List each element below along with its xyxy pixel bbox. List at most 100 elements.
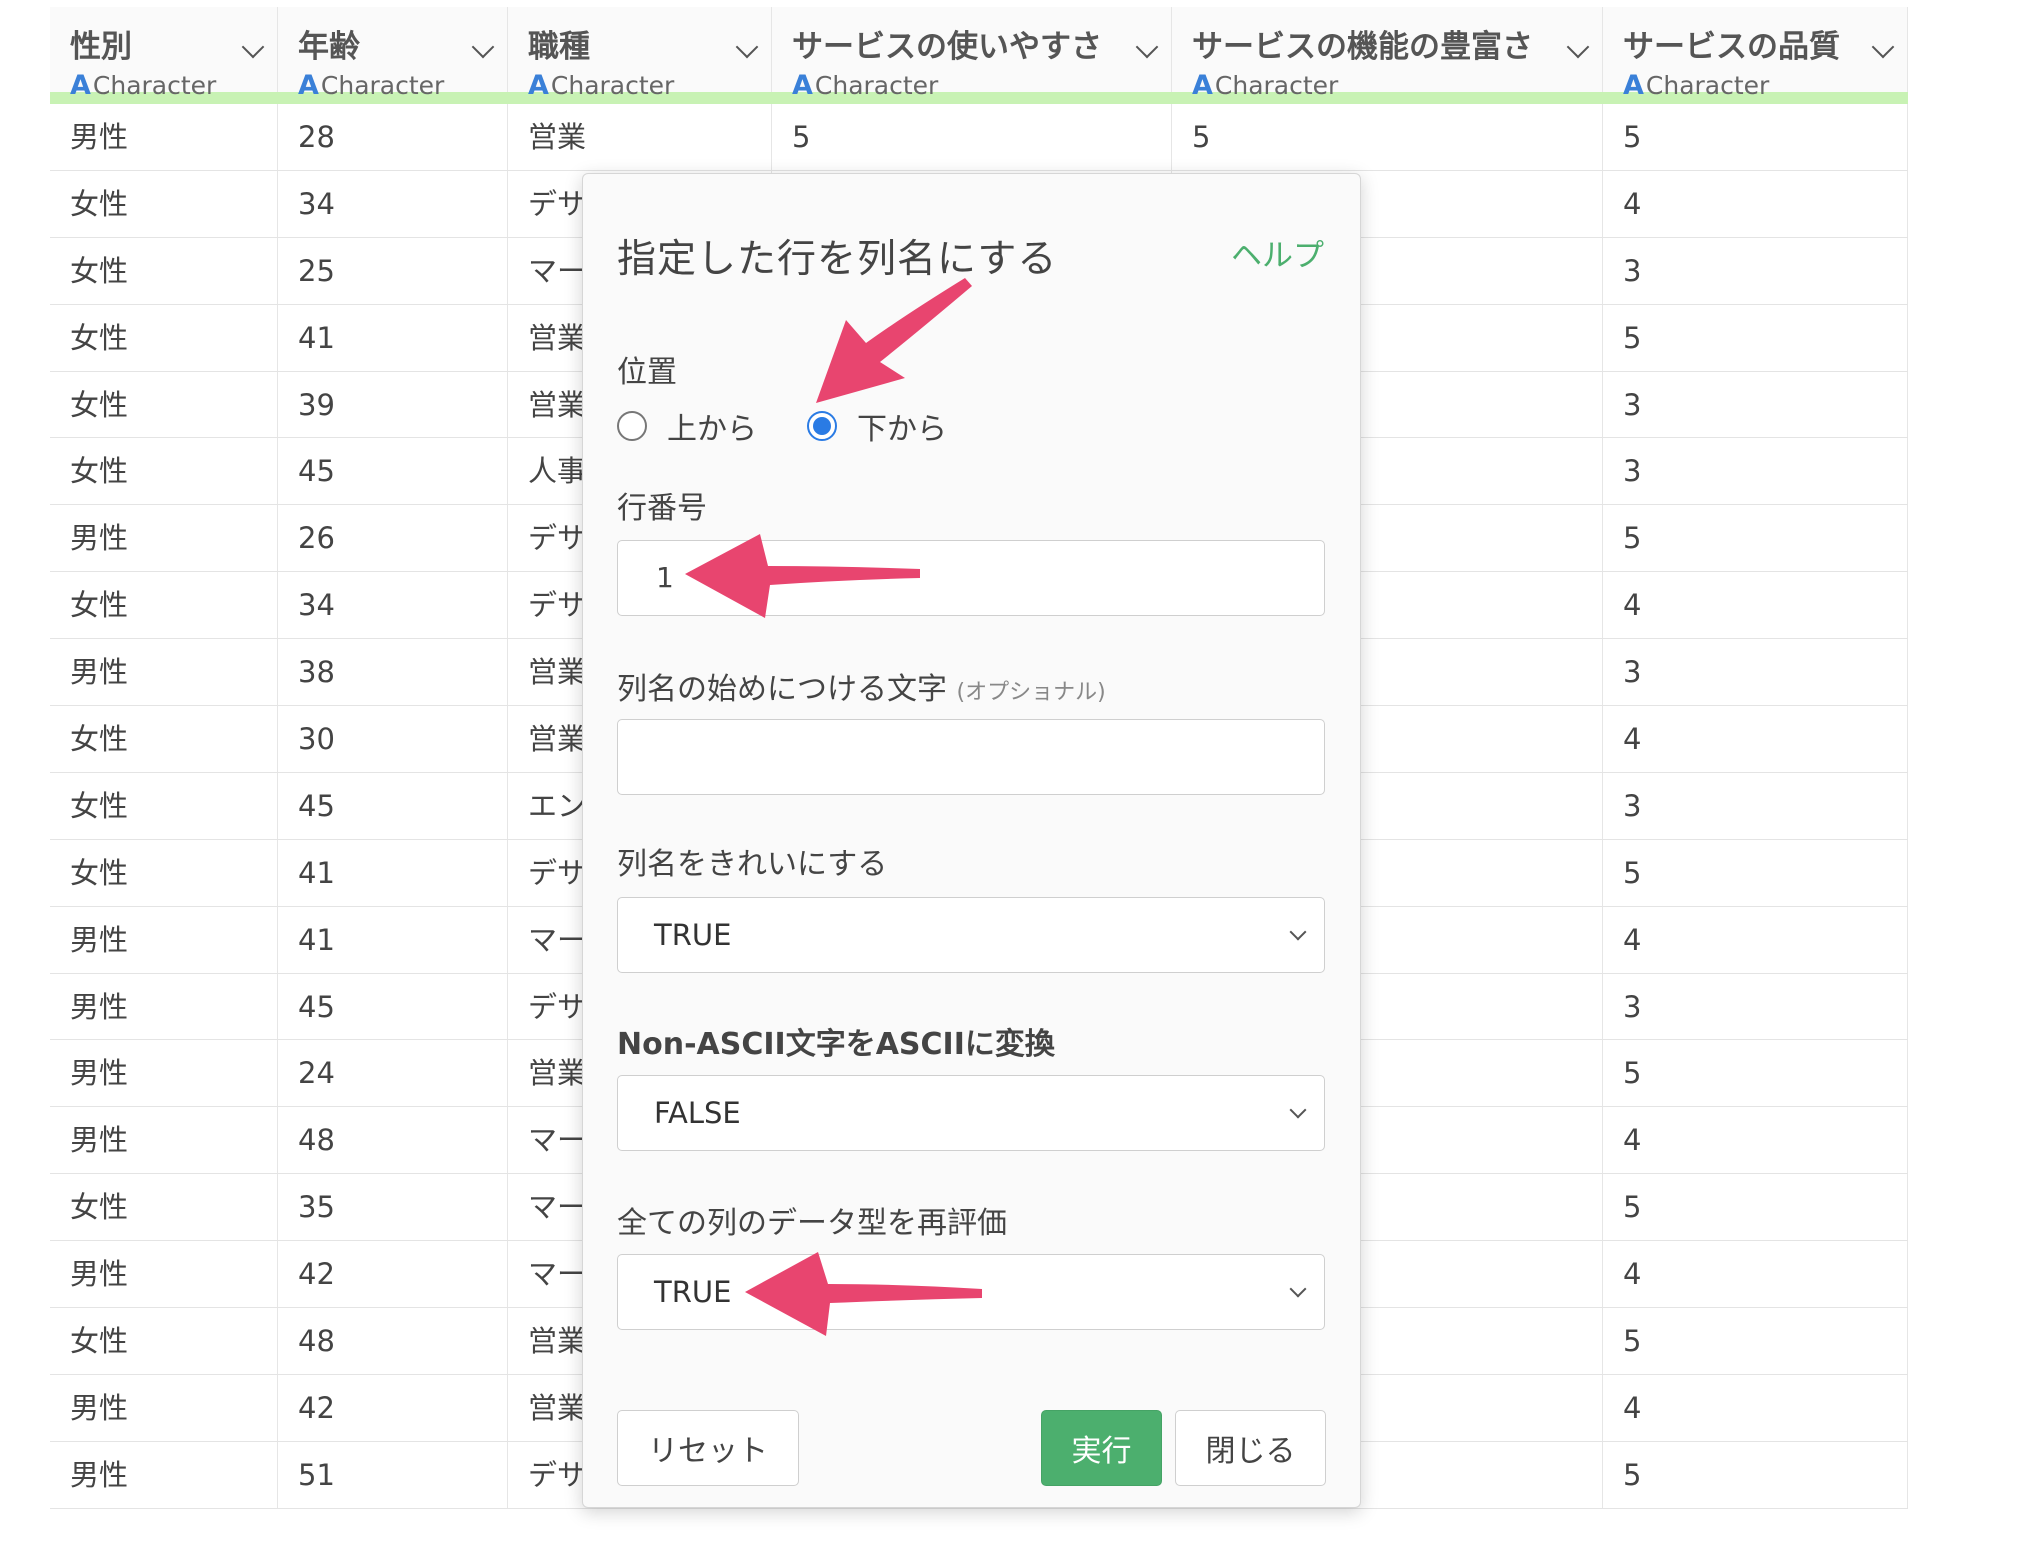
column-header-quality[interactable]: サービスの品質 ACharacter <box>1603 7 1908 101</box>
table-cell[interactable]: 5 <box>1603 1308 1908 1374</box>
table-cell[interactable]: 5 <box>1603 304 1908 371</box>
table-cell[interactable]: 3 <box>1603 973 1908 1040</box>
table-cell[interactable]: 39 <box>278 371 508 438</box>
table-cell[interactable]: 30 <box>278 706 508 772</box>
table-cell[interactable]: 38 <box>278 639 508 706</box>
table-cell[interactable]: 45 <box>278 973 508 1040</box>
table-cell[interactable]: 女性 <box>50 170 278 237</box>
table-cell[interactable]: 女性 <box>50 772 278 839</box>
table-cell[interactable]: 男性 <box>50 1441 278 1508</box>
table-cell[interactable]: 5 <box>1603 104 1908 170</box>
table-cell[interactable]: 女性 <box>50 438 278 505</box>
table-cell[interactable]: 営業 <box>508 104 772 170</box>
table-cell[interactable]: 4 <box>1603 1107 1908 1174</box>
table-cell[interactable]: 25 <box>278 237 508 304</box>
table-cell[interactable]: 男性 <box>50 1040 278 1107</box>
help-link[interactable]: ヘルプ <box>1231 230 1324 275</box>
table-cell[interactable]: 41 <box>278 839 508 906</box>
table-cell[interactable]: 45 <box>278 438 508 505</box>
table-cell[interactable]: 3 <box>1603 639 1908 706</box>
table-cell[interactable]: 男性 <box>50 639 278 706</box>
table-cell[interactable]: 28 <box>278 104 508 170</box>
table-cell[interactable]: 5 <box>1603 839 1908 906</box>
table-cell[interactable]: 35 <box>278 1174 508 1241</box>
column-header-gender[interactable]: 性別 ACharacter <box>50 7 278 101</box>
table-cell[interactable]: 男性 <box>50 973 278 1040</box>
table-cell[interactable]: 42 <box>278 1374 508 1441</box>
table-cell[interactable]: 51 <box>278 1441 508 1508</box>
column-type-label: Character <box>320 71 445 100</box>
row-number-label: 行番号 <box>617 491 707 526</box>
prefix-input[interactable] <box>617 719 1325 795</box>
column-type-label: Character <box>814 71 939 100</box>
table-cell[interactable]: 女性 <box>50 237 278 304</box>
table-cell[interactable]: 男性 <box>50 1107 278 1174</box>
make-header-from-row-dialog: 指定した行を列名にする ヘルプ 位置 上から 下から 行番号 1 列名の始めにつ… <box>582 173 1361 1508</box>
run-button[interactable]: 実行 <box>1041 1410 1162 1486</box>
ascii-value: FALSE <box>654 1096 741 1130</box>
table-cell[interactable]: 45 <box>278 772 508 839</box>
table-cell[interactable]: 男性 <box>50 505 278 572</box>
table-cell[interactable]: 女性 <box>50 304 278 371</box>
radio-from-top[interactable] <box>617 411 647 441</box>
table-cell[interactable]: 5 <box>1603 1040 1908 1107</box>
table-cell[interactable]: 5 <box>1603 505 1908 572</box>
table-cell[interactable]: 3 <box>1603 371 1908 438</box>
table-cell[interactable]: 女性 <box>50 1174 278 1241</box>
table-cell[interactable]: 女性 <box>50 1308 278 1374</box>
reeval-select[interactable]: TRUE <box>617 1254 1325 1330</box>
column-type-label: Character <box>1645 71 1770 100</box>
column-header-usability[interactable]: サービスの使いやすさ ACharacter <box>772 7 1172 101</box>
table-cell[interactable]: 41 <box>278 906 508 973</box>
table-cell[interactable]: 5 <box>1172 104 1603 170</box>
table-cell[interactable]: 48 <box>278 1107 508 1174</box>
table-cell[interactable]: 男性 <box>50 1241 278 1308</box>
column-type-label: Character <box>92 71 217 100</box>
table-cell[interactable]: 5 <box>1603 1441 1908 1508</box>
dialog-title: 指定した行を列名にする <box>617 237 1058 282</box>
column-type-label: Character <box>1214 71 1339 100</box>
column-type: ACharacter <box>1623 70 1907 101</box>
table-cell[interactable]: 4 <box>1603 906 1908 973</box>
table-cell[interactable]: 男性 <box>50 906 278 973</box>
table-cell[interactable]: 34 <box>278 572 508 639</box>
clean-names-select[interactable]: TRUE <box>617 897 1325 973</box>
column-type: ACharacter <box>70 70 277 101</box>
ascii-select[interactable]: FALSE <box>617 1075 1325 1151</box>
table-cell[interactable]: 5 <box>772 104 1172 170</box>
table-cell[interactable]: 4 <box>1603 706 1908 772</box>
table-cell[interactable]: 3 <box>1603 237 1908 304</box>
table-cell[interactable]: 3 <box>1603 772 1908 839</box>
table-cell[interactable]: 48 <box>278 1308 508 1374</box>
table-cell[interactable]: 女性 <box>50 572 278 639</box>
table-cell[interactable]: 男性 <box>50 1374 278 1441</box>
table-cell[interactable]: 男性 <box>50 104 278 170</box>
column-type: ACharacter <box>1192 70 1602 101</box>
table-cell[interactable]: 女性 <box>50 371 278 438</box>
character-type-icon: A <box>792 70 813 101</box>
row-number-input[interactable]: 1 <box>617 540 1325 616</box>
table-cell[interactable]: 5 <box>1603 1174 1908 1241</box>
table-cell[interactable]: 42 <box>278 1241 508 1308</box>
table-row[interactable]: 男性 28 営業 5 5 5 <box>50 104 1908 171</box>
radio-from-top-label[interactable]: 上から <box>667 404 757 448</box>
table-cell[interactable]: 女性 <box>50 706 278 772</box>
table-cell[interactable]: 4 <box>1603 572 1908 639</box>
table-cell[interactable]: 4 <box>1603 1241 1908 1308</box>
column-header-features[interactable]: サービスの機能の豊富さ ACharacter <box>1172 7 1603 101</box>
table-cell[interactable]: 26 <box>278 505 508 572</box>
radio-from-bottom[interactable] <box>807 411 837 441</box>
table-cell[interactable]: 3 <box>1603 438 1908 505</box>
table-cell[interactable]: 女性 <box>50 839 278 906</box>
close-button[interactable]: 閉じる <box>1175 1410 1326 1486</box>
column-header-job[interactable]: 職種 ACharacter <box>508 7 772 101</box>
reset-button[interactable]: リセット <box>617 1410 799 1486</box>
table-cell[interactable]: 34 <box>278 170 508 237</box>
table-cell[interactable]: 41 <box>278 304 508 371</box>
radio-from-bottom-label[interactable]: 下から <box>857 404 947 448</box>
table-cell[interactable]: 4 <box>1603 170 1908 237</box>
column-header-age[interactable]: 年齢 ACharacter <box>278 7 508 101</box>
table-cell[interactable]: 4 <box>1603 1374 1908 1441</box>
clean-names-value: TRUE <box>654 918 732 952</box>
table-cell[interactable]: 24 <box>278 1040 508 1107</box>
